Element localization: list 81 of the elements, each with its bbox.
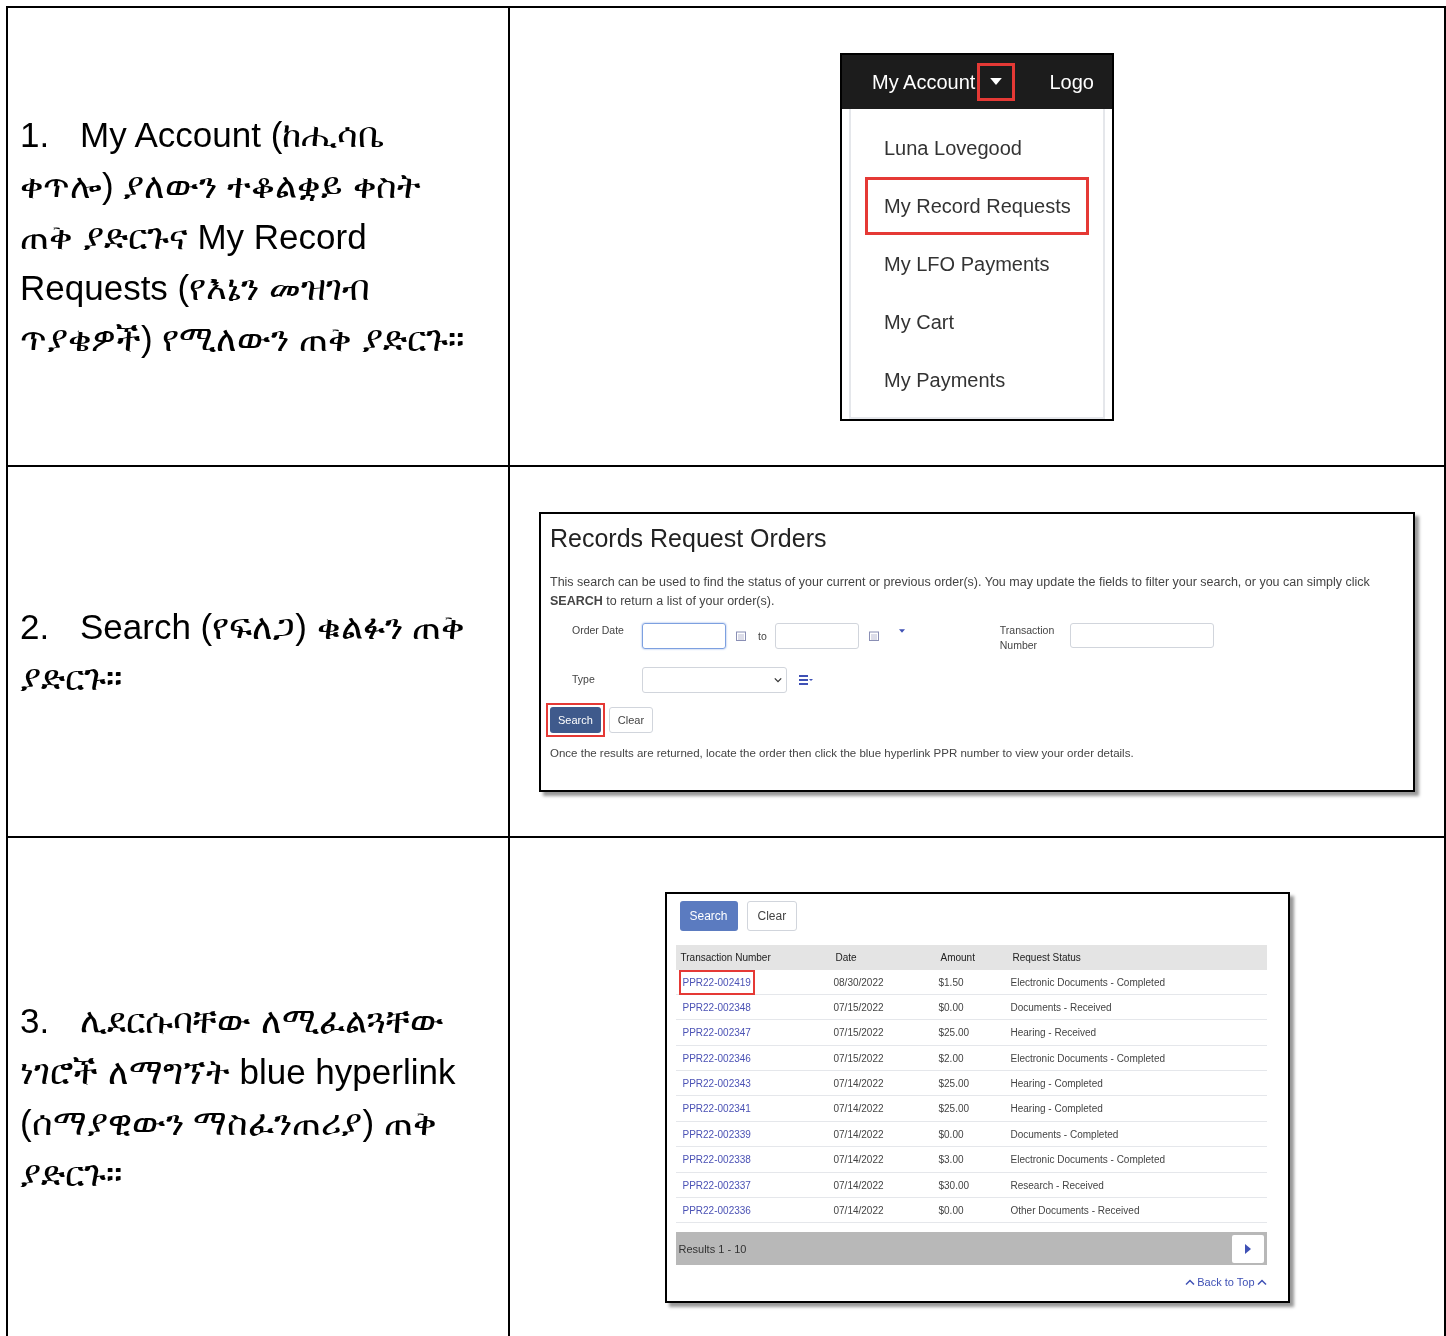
status-cell-text: Documents - Received bbox=[1010, 1000, 1113, 1015]
step-instruction: 3. ሊደርሱባቸው ለሚፈልጓቸው ነገሮች ለማግኘት blue hyperlink (ሰማያዊውን ማስፈንጠሪያ) ጠቅ ያድርጉ። bbox=[20, 1000, 457, 1195]
date-cell-text: 07/15/2022 bbox=[833, 1026, 885, 1041]
transaction-link[interactable]: PPR22-002338 bbox=[678, 1147, 755, 1173]
account-menu-label[interactable]: My Account bbox=[872, 66, 976, 97]
calendar-icon[interactable] bbox=[736, 631, 746, 641]
transaction-link[interactable]: PPR22-002346 bbox=[678, 1045, 755, 1071]
transaction-link[interactable]: PPR22-002348 bbox=[678, 994, 755, 1020]
status-cell-text: Electronic Documents - Completed bbox=[1010, 1051, 1166, 1066]
field-label: Order Date bbox=[572, 623, 625, 638]
transaction-link[interactable]: PPR22-002337 bbox=[678, 1172, 755, 1198]
amount-cell-text: $3.00 bbox=[938, 1153, 965, 1168]
status-cell-text: Hearing - Completed bbox=[1010, 1102, 1104, 1117]
column-header: Request Status bbox=[1012, 950, 1082, 965]
date-to-field[interactable] bbox=[774, 623, 859, 649]
search-button[interactable]: Search bbox=[550, 707, 601, 734]
transaction-link[interactable]: PPR22-002343 bbox=[678, 1071, 755, 1097]
date-cell-text: 07/14/2022 bbox=[833, 1077, 885, 1092]
caret-icon bbox=[990, 78, 1003, 85]
menu-item[interactable]: My Record Requests bbox=[865, 176, 1089, 235]
navbar-link[interactable]: Logo bbox=[1049, 66, 1094, 97]
column-header: Amount bbox=[940, 950, 976, 965]
dropdown-caret-icon[interactable] bbox=[898, 629, 905, 633]
form-title: Records Request Orders bbox=[550, 522, 828, 554]
list-options-icon[interactable] bbox=[799, 675, 813, 685]
results-count: Results 1 - 10 bbox=[678, 1241, 747, 1257]
status-cell-text: Electronic Documents - Completed bbox=[1010, 1153, 1166, 1168]
date-cell-text: 08/30/2022 bbox=[833, 975, 885, 990]
amount-cell-text: $25.00 bbox=[938, 1026, 971, 1041]
transaction-link[interactable]: PPR22-002419 bbox=[678, 969, 755, 995]
amount-cell-text: $25.00 bbox=[938, 1077, 971, 1092]
amount-cell-text: $2.00 bbox=[938, 1051, 965, 1066]
column-header: Transaction Number bbox=[680, 950, 772, 965]
menu-item[interactable]: My Cart bbox=[865, 292, 1089, 351]
date-cell-text: 07/14/2022 bbox=[833, 1127, 885, 1142]
results-note: Once the results are returned, locate the order then click the blue hyperlink PPR number to view your order details. bbox=[550, 746, 1135, 762]
amount-cell-text: $0.00 bbox=[938, 1000, 965, 1015]
status-cell-text: Documents - Completed bbox=[1010, 1127, 1120, 1142]
transaction-link[interactable]: PPR22-002341 bbox=[678, 1096, 755, 1122]
status-cell-text: Research - Received bbox=[1010, 1178, 1105, 1193]
next-arrow-icon bbox=[1244, 1243, 1251, 1254]
date-cell-text: 07/14/2022 bbox=[833, 1204, 885, 1218]
clear-button[interactable]: Clear bbox=[746, 900, 798, 931]
transaction-link[interactable]: PPR22-002339 bbox=[678, 1121, 755, 1147]
chevron-up-icon bbox=[1185, 1279, 1196, 1287]
amount-cell-text: $25.00 bbox=[938, 1102, 971, 1117]
date-cell-text: 07/14/2022 bbox=[833, 1178, 885, 1193]
status-cell-text: Hearing - Received bbox=[1010, 1026, 1098, 1041]
date-from-field[interactable] bbox=[642, 623, 726, 649]
field-label: Transaction Number bbox=[999, 623, 1056, 653]
status-cell-text: Electronic Documents - Completed bbox=[1010, 975, 1166, 990]
transaction-link[interactable]: PPR22-002347 bbox=[678, 1020, 755, 1046]
dropdown-caret-button[interactable] bbox=[977, 62, 1016, 101]
field-label: Type bbox=[572, 672, 596, 688]
search-button[interactable]: Search bbox=[679, 900, 738, 931]
transaction-number-field[interactable] bbox=[1069, 623, 1214, 648]
amount-cell-text: $0.00 bbox=[938, 1204, 965, 1218]
amount-cell-text: $0.00 bbox=[938, 1127, 965, 1142]
status-cell-text: Hearing - Completed bbox=[1010, 1077, 1104, 1092]
step-instruction: 2. Search (የፍለጋ) ቁልፉን ጠቅ ያድርጉ። bbox=[20, 605, 467, 699]
back-to-top-link[interactable]: Back to Top bbox=[1185, 1274, 1267, 1291]
to-label: to bbox=[758, 629, 767, 644]
menu-item[interactable]: My Payments bbox=[865, 350, 1089, 409]
next-page-button[interactable] bbox=[1231, 1234, 1264, 1263]
calendar-icon[interactable] bbox=[868, 631, 879, 641]
status-cell-text: Other Documents - Received bbox=[1010, 1204, 1141, 1218]
menu-item[interactable]: My LFO Payments bbox=[865, 234, 1089, 293]
transaction-link[interactable]: PPR22-002336 bbox=[678, 1198, 755, 1223]
date-cell-text: 07/14/2022 bbox=[833, 1102, 885, 1117]
chevron-up-icon bbox=[1256, 1279, 1267, 1287]
form-description: This search can be used to find the status of your current or previous order(s). You may update the fields to filter your search, or you can simply click SEARCH to return a list of your order(s). bbox=[550, 574, 1371, 610]
menu-item[interactable]: Luna Lovegood bbox=[865, 118, 1089, 177]
date-cell-text: 07/15/2022 bbox=[833, 1051, 885, 1066]
step-instruction: 1. My Account (ከሒሳቤ ቀጥሎ) ያለውን ተቆልቋይ ቀስት ጠቅ ያድርጉና My Record Requests (የእኔን መዝገብ ጥያቄዎች) የሚለውን ጠቅ ያድርጉ። bbox=[20, 114, 465, 360]
amount-cell-text: $1.50 bbox=[938, 975, 965, 990]
date-cell-text: 07/14/2022 bbox=[833, 1153, 885, 1168]
amount-cell-text: $30.00 bbox=[938, 1178, 971, 1193]
column-header: Date bbox=[835, 950, 858, 965]
date-cell-text: 07/15/2022 bbox=[833, 1000, 885, 1015]
clear-button[interactable]: Clear bbox=[608, 707, 654, 734]
chevron-down-icon bbox=[774, 677, 782, 683]
